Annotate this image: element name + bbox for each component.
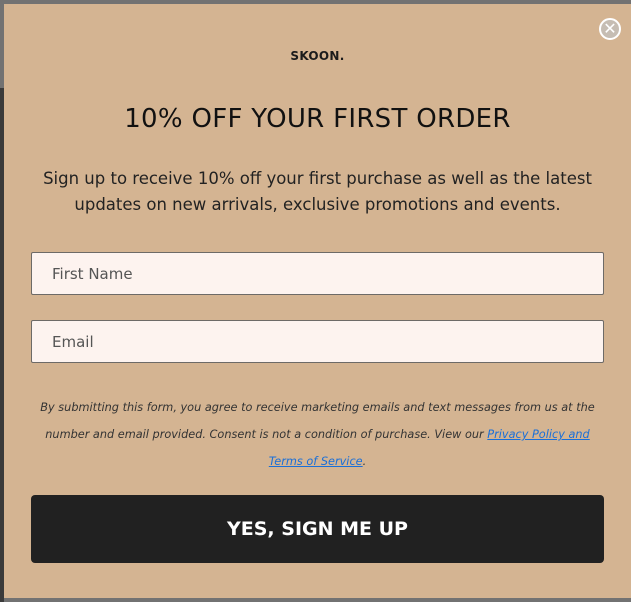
sign-up-button[interactable]: YES, SIGN ME UP	[31, 495, 604, 563]
popup-description: Sign up to receive 10% off your first pu…	[43, 169, 592, 214]
signup-popup: ✕ SKOON. 10% OFF YOUR FIRST ORDER Sign u…	[4, 4, 631, 598]
close-icon[interactable]: ✕	[599, 18, 621, 40]
brand-logo: SKOON.	[290, 49, 345, 63]
email-input[interactable]	[31, 320, 604, 363]
legal-end: .	[362, 455, 367, 468]
legal-disclaimer: By submitting this form, you agree to re…	[40, 394, 595, 475]
first-name-input[interactable]	[31, 252, 604, 295]
popup-title: 10% OFF YOUR FIRST ORDER	[124, 104, 511, 134]
